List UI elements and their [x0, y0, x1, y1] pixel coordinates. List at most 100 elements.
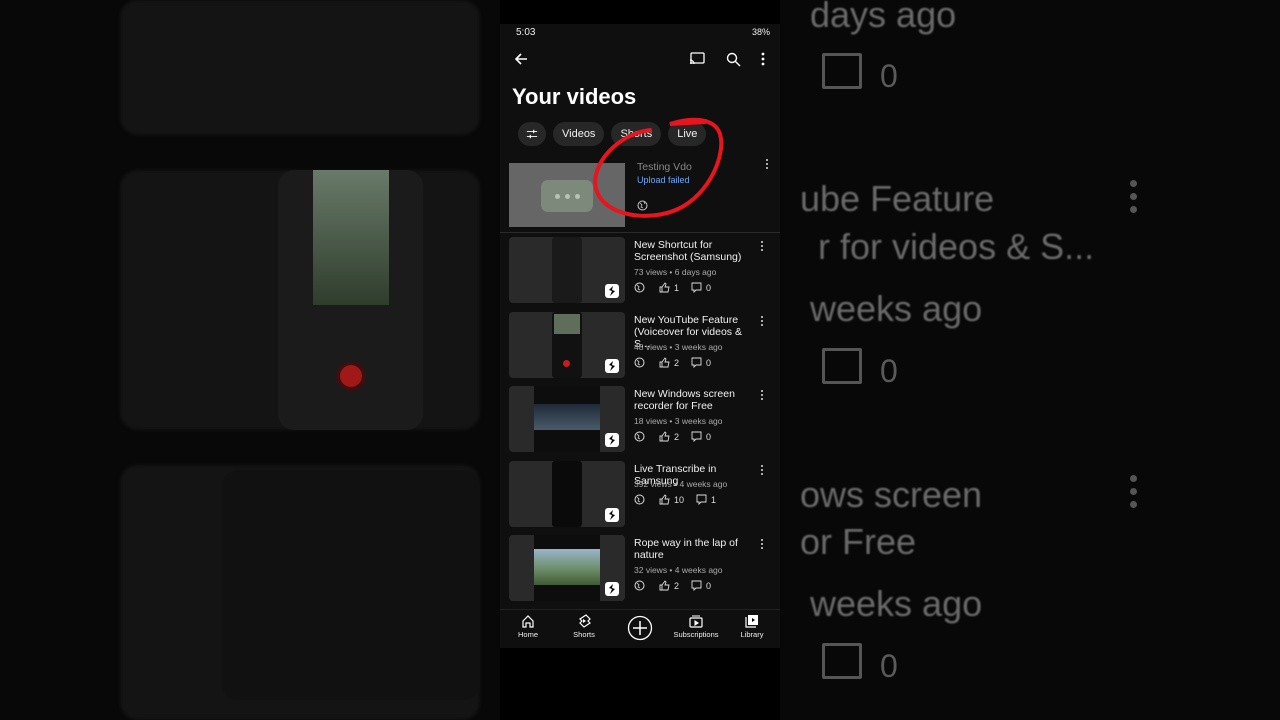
backdrop-text: r for videos & S... [818, 226, 1095, 267]
video-stats: 1 0 [634, 282, 711, 293]
video-item[interactable]: New YouTube Feature (Voiceover for video… [509, 312, 771, 378]
chip-videos[interactable]: Videos [553, 122, 605, 146]
cast-icon[interactable] [686, 48, 708, 70]
failed-upload-status[interactable]: Upload failed [637, 175, 690, 185]
video-meta: 73 views • 6 days ago [634, 267, 717, 277]
page-title: Your videos [512, 84, 637, 109]
divider [500, 232, 780, 233]
comment-icon [822, 348, 862, 384]
status-bar: 5:03 38% [500, 24, 780, 42]
backdrop-right: days ago 0 ube Feature r for videos & S.… [780, 0, 1280, 720]
video-item[interactable]: Rope way in the lap of nature 32 views •… [509, 535, 771, 601]
comment-count: 0 [706, 431, 712, 442]
nav-library[interactable]: Library [724, 614, 780, 639]
video-stats: 2 0 [634, 431, 711, 442]
comment-icon [691, 580, 702, 591]
video-title: Rope way in the lap of nature [634, 537, 738, 561]
public-globe-icon [634, 580, 645, 591]
backdrop-text: weeks ago [810, 288, 983, 329]
video-title: New Shortcut for Screenshot (Samsung) [634, 239, 742, 263]
subscriptions-icon [689, 615, 703, 628]
shorts-badge-icon [605, 284, 619, 298]
back-icon[interactable] [510, 48, 532, 70]
public-globe-icon [634, 357, 645, 368]
phone-screen: 5:03 38% Your videos Videos Shorts Live [500, 24, 780, 648]
video-thumbnail [509, 237, 625, 303]
more-options-icon[interactable] [752, 48, 774, 70]
more-options-icon[interactable] [757, 463, 767, 477]
backdrop-count: 0 [880, 648, 898, 684]
failed-upload-title: Testing Vdo [637, 161, 692, 173]
more-options-icon[interactable] [762, 157, 772, 171]
comment-icon [691, 431, 702, 442]
backdrop-text: ube Feature [800, 178, 995, 219]
like-count: 2 [674, 580, 680, 591]
status-time: 5:03 [516, 27, 536, 38]
video-placeholder-icon [541, 180, 593, 212]
comment-count: 1 [711, 494, 717, 505]
nav-create[interactable] [612, 615, 668, 643]
backdrop-left [0, 0, 500, 720]
more-options-icon[interactable] [757, 388, 767, 402]
battery-level: 38% [751, 27, 770, 37]
video-item[interactable]: New Shortcut for Screenshot (Samsung) 73… [509, 237, 771, 303]
like-icon [659, 494, 670, 505]
more-icon [1130, 475, 1138, 514]
more-icon [1130, 180, 1138, 219]
like-count: 10 [674, 494, 685, 505]
more-options-icon[interactable] [757, 314, 767, 328]
comment-icon [696, 494, 707, 505]
like-count: 2 [674, 431, 680, 442]
shorts-icon [579, 614, 591, 628]
comment-icon [822, 643, 862, 679]
filter-settings-chip[interactable] [518, 122, 546, 146]
nav-shorts[interactable]: Shorts [556, 614, 612, 639]
video-thumbnail [509, 461, 625, 527]
more-options-icon[interactable] [757, 239, 767, 253]
like-count: 1 [674, 282, 680, 293]
nav-home[interactable]: Home [500, 614, 556, 639]
video-thumbnail [509, 386, 625, 452]
video-meta: 392 views • 4 weeks ago [634, 479, 728, 489]
public-globe-icon [634, 431, 645, 442]
backdrop-text: ows screen [800, 474, 983, 515]
chip-shorts[interactable]: Shorts [611, 122, 662, 146]
like-icon [659, 357, 670, 368]
video-item[interactable]: New Windows screen recorder for Free 18 … [509, 386, 771, 452]
shorts-badge-icon [605, 433, 619, 447]
video-meta: 48 views • 3 weeks ago [634, 342, 723, 352]
comment-count: 0 [706, 282, 712, 293]
comment-icon [691, 282, 702, 293]
like-count: 2 [674, 357, 680, 368]
bottom-nav: Home Shorts Subscriptions Library [500, 609, 780, 648]
backdrop-text: days ago [810, 0, 957, 35]
library-icon [745, 615, 758, 628]
filter-chips: Videos Shorts Live [518, 122, 707, 146]
nav-subscriptions[interactable]: Subscriptions [668, 614, 724, 639]
shorts-badge-icon [605, 582, 619, 596]
shorts-badge-icon [605, 359, 619, 373]
backdrop-card [120, 0, 480, 135]
backdrop-image [313, 170, 389, 305]
comment-count: 0 [706, 580, 712, 591]
more-options-icon[interactable] [757, 537, 767, 551]
video-title: New Windows screen recorder for Free [634, 388, 735, 412]
comment-count: 0 [706, 357, 712, 368]
comment-icon [822, 53, 862, 89]
backdrop-record-icon [340, 365, 362, 387]
video-stats: 10 1 [634, 494, 716, 505]
video-item[interactable]: Live Transcribe in Samsung 392 views • 4… [509, 461, 771, 527]
backdrop-count: 0 [880, 353, 898, 389]
comment-icon [691, 357, 702, 368]
search-icon[interactable] [722, 48, 744, 70]
video-meta: 18 views • 3 weeks ago [634, 416, 723, 426]
shorts-badge-icon [605, 508, 619, 522]
create-icon [627, 615, 653, 641]
video-meta: 32 views • 4 weeks ago [634, 565, 723, 575]
like-icon [659, 580, 670, 591]
like-icon [659, 282, 670, 293]
backdrop-count: 0 [880, 58, 898, 94]
chip-live[interactable]: Live [668, 122, 707, 146]
like-icon [659, 431, 670, 442]
video-stats: 2 0 [634, 357, 711, 368]
